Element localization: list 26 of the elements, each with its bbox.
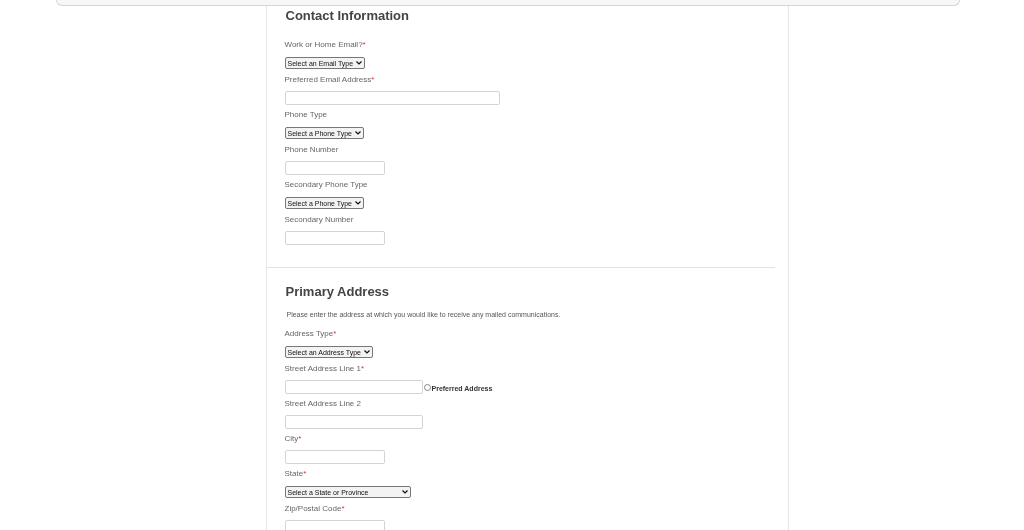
field-label: Secondary Phone Type xyxy=(284,180,369,190)
field-label: Street Address Line 1* xyxy=(284,364,366,374)
chevron-icon xyxy=(401,490,408,494)
text-field[interactable] xyxy=(284,415,423,429)
field-label: Phone Type xyxy=(284,110,329,120)
field-label: Phone Number xyxy=(284,145,340,155)
text-field[interactable] xyxy=(284,91,500,105)
field-label: Work or Home Email?* xyxy=(284,40,367,50)
field-label: Preferred Email Address* xyxy=(284,75,376,85)
section-heading: Primary Address xyxy=(285,284,391,299)
text-field[interactable] xyxy=(284,231,385,245)
chevron-icon xyxy=(356,61,363,65)
section-heading: Contact Information xyxy=(285,8,410,23)
chevron-icon xyxy=(355,131,361,135)
chevron-icon xyxy=(363,350,370,354)
field-label: City* xyxy=(284,434,303,444)
chevron-icon xyxy=(355,201,361,205)
text-field[interactable] xyxy=(284,161,385,175)
field-label: State* xyxy=(284,469,308,479)
field-label: Secondary Number xyxy=(284,215,355,225)
text-field[interactable] xyxy=(284,520,385,530)
field-label: Street Address Line 2 xyxy=(284,399,362,409)
field-label: Zip/Postal Code* xyxy=(284,504,346,514)
text-field[interactable] xyxy=(284,450,385,464)
field-label: Address Type* xyxy=(284,329,338,339)
text-field[interactable] xyxy=(284,380,423,394)
